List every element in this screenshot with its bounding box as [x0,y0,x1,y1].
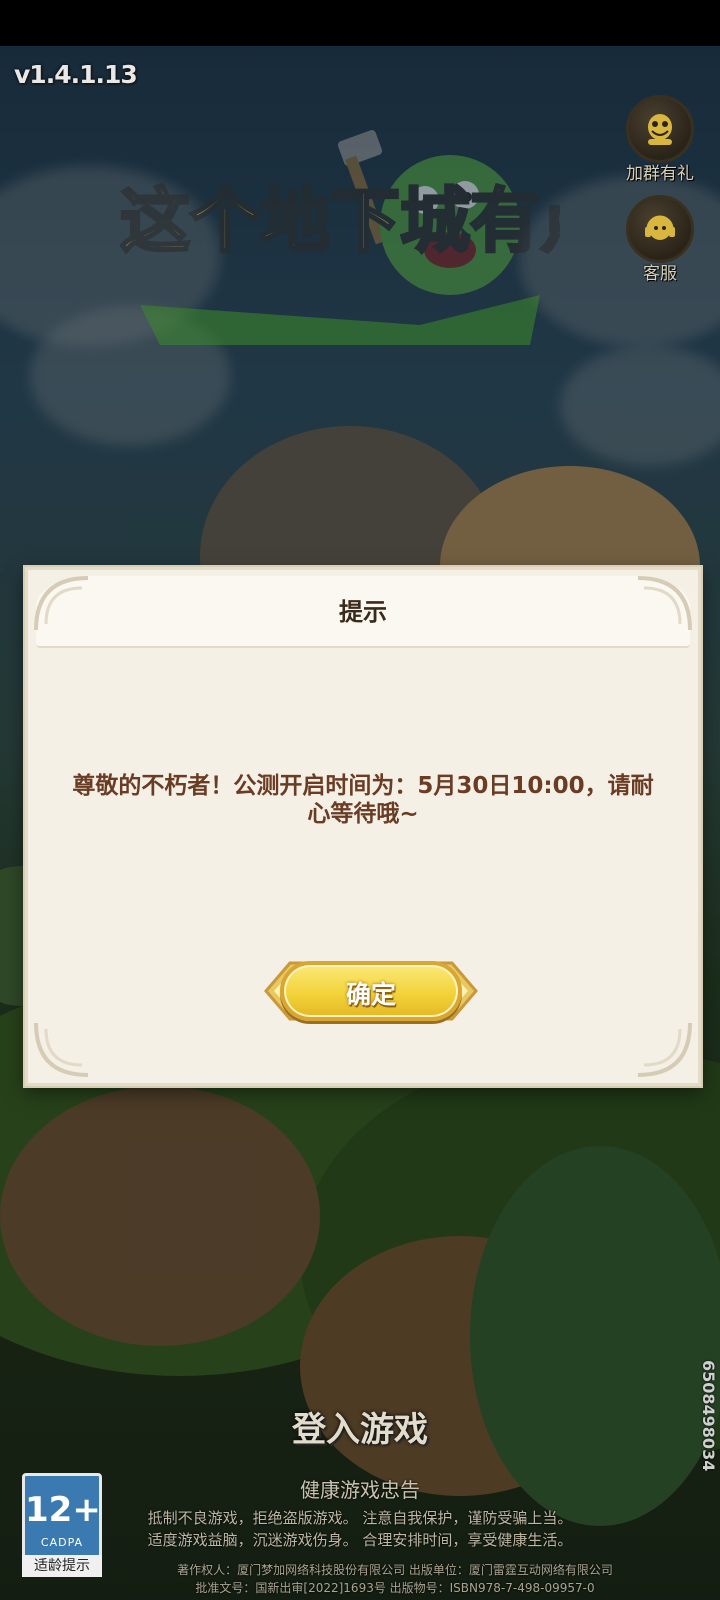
dialog-title: 提示 [339,598,387,626]
customer-service-button[interactable]: 客服 [620,195,700,284]
health-advice-line: 适度游戏益脑，沉迷游戏伤身。 合理安排时间，享受健康生活。 [147,1531,573,1549]
confirm-label: 确定 [345,980,396,1009]
legal-line: 批准文号：国新出审[2022]1693号 出版物号：ISBN978-7-498-… [195,1581,595,1595]
corner-ornament-icon [637,1022,692,1077]
side-code: 6508498034 [699,1360,718,1472]
health-advice-line: 抵制不良游戏，拒绝盗版游戏。 注意自我保护，谨防受骗上当。 [147,1509,573,1527]
join-group-button[interactable]: 加群有礼 [620,95,700,184]
health-advice-title: 健康游戏忠告 [300,1478,420,1502]
group-chat-icon [626,95,694,163]
game-logo: 这个地下城有点怪 [119,95,682,375]
join-group-label: 加群有礼 [626,164,694,184]
dialog-message: 尊敬的不朽者！公测开启时间为：5月30日10:00，请耐心等待哦~ [72,773,654,827]
version-label: v1.4.1.13 [14,60,138,89]
logo-text: 这个地下城有点怪 [120,180,560,262]
status-bar [0,0,720,46]
customer-service-label: 客服 [643,264,677,284]
age-rating-org: CADPA [40,1536,84,1549]
corner-ornament-icon [34,1022,89,1077]
legal-line: 著作权人：厦门梦加网络科技股份有限公司 出版单位：厦门雷霆互动网络有限公司 [177,1563,613,1577]
customer-service-icon [626,195,694,263]
age-rating-tip: 适龄提示 [22,1555,102,1577]
login-button[interactable]: 登入游戏 [0,1402,720,1451]
age-rating-number: 12+ [25,1490,101,1530]
age-rating-badge[interactable]: 12+ CADPA 适龄提示 [22,1473,102,1577]
confirm-button[interactable]: 确定 [260,953,482,1029]
notice-dialog: 提示 尊敬的不朽者！公测开启时间为：5月30日10:00，请耐心等待哦~ 确定 [25,567,701,1086]
